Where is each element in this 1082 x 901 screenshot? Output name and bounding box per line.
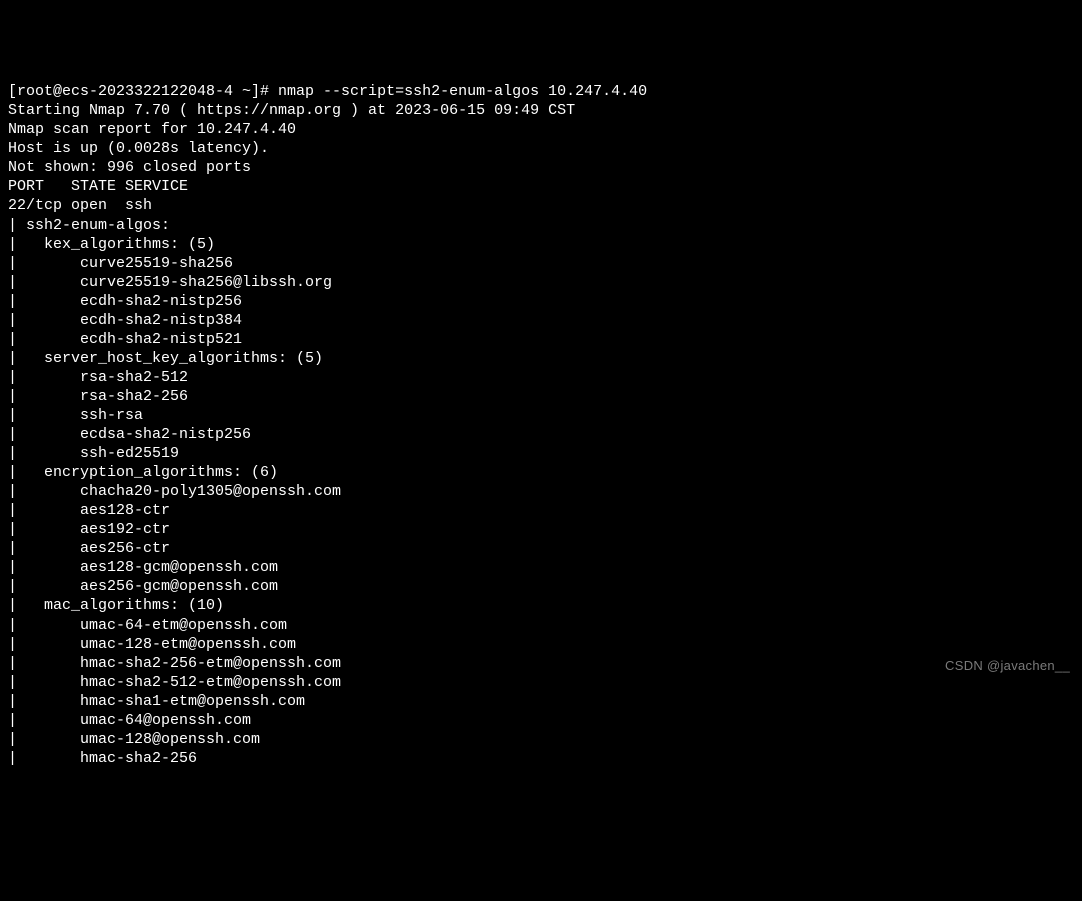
output-line: Starting Nmap 7.70 ( https://nmap.org ) … xyxy=(8,101,1074,120)
output-line: | hmac-sha2-256 xyxy=(8,749,1074,768)
output-line: | hmac-sha2-512-etm@openssh.com xyxy=(8,673,1074,692)
output-line: | chacha20-poly1305@openssh.com xyxy=(8,482,1074,501)
output-line: | mac_algorithms: (10) xyxy=(8,596,1074,615)
output-line: | ssh-rsa xyxy=(8,406,1074,425)
output-line: | ssh-ed25519 xyxy=(8,444,1074,463)
output-line: Host is up (0.0028s latency). xyxy=(8,139,1074,158)
watermark-text: CSDN @javachen__ xyxy=(945,658,1070,675)
output-line: | umac-128-etm@openssh.com xyxy=(8,635,1074,654)
output-line: | hmac-sha1-etm@openssh.com xyxy=(8,692,1074,711)
output-line: | ecdsa-sha2-nistp256 xyxy=(8,425,1074,444)
output-line: | kex_algorithms: (5) xyxy=(8,235,1074,254)
output-line: | ssh2-enum-algos: xyxy=(8,216,1074,235)
shell-prompt: [root@ecs-2023322122048-4 ~]# xyxy=(8,83,278,100)
output-line: | aes256-gcm@openssh.com xyxy=(8,577,1074,596)
output-line: | ecdh-sha2-nistp256 xyxy=(8,292,1074,311)
output-line: | encryption_algorithms: (6) xyxy=(8,463,1074,482)
output-line: | umac-64@openssh.com xyxy=(8,711,1074,730)
output-line: | curve25519-sha256@libssh.org xyxy=(8,273,1074,292)
output-line: | server_host_key_algorithms: (5) xyxy=(8,349,1074,368)
output-line: | ecdh-sha2-nistp384 xyxy=(8,311,1074,330)
command-line: [root@ecs-2023322122048-4 ~]# nmap --scr… xyxy=(8,82,1074,101)
output-line: Not shown: 996 closed ports xyxy=(8,158,1074,177)
output-line: PORT STATE SERVICE xyxy=(8,177,1074,196)
output-line: | aes192-ctr xyxy=(8,520,1074,539)
output-line: | ecdh-sha2-nistp521 xyxy=(8,330,1074,349)
output-line: | umac-64-etm@openssh.com xyxy=(8,616,1074,635)
terminal-output[interactable]: [root@ecs-2023322122048-4 ~]# nmap --scr… xyxy=(8,82,1074,768)
output-line: | hmac-sha2-256-etm@openssh.com xyxy=(8,654,1074,673)
output-line: | aes128-ctr xyxy=(8,501,1074,520)
output-line: | aes128-gcm@openssh.com xyxy=(8,558,1074,577)
output-line: | umac-128@openssh.com xyxy=(8,730,1074,749)
output-line: | curve25519-sha256 xyxy=(8,254,1074,273)
output-line: | rsa-sha2-512 xyxy=(8,368,1074,387)
output-line: | rsa-sha2-256 xyxy=(8,387,1074,406)
output-line: Nmap scan report for 10.247.4.40 xyxy=(8,120,1074,139)
output-line: | aes256-ctr xyxy=(8,539,1074,558)
output-line: 22/tcp open ssh xyxy=(8,196,1074,215)
typed-command: nmap --script=ssh2-enum-algos 10.247.4.4… xyxy=(278,83,647,100)
